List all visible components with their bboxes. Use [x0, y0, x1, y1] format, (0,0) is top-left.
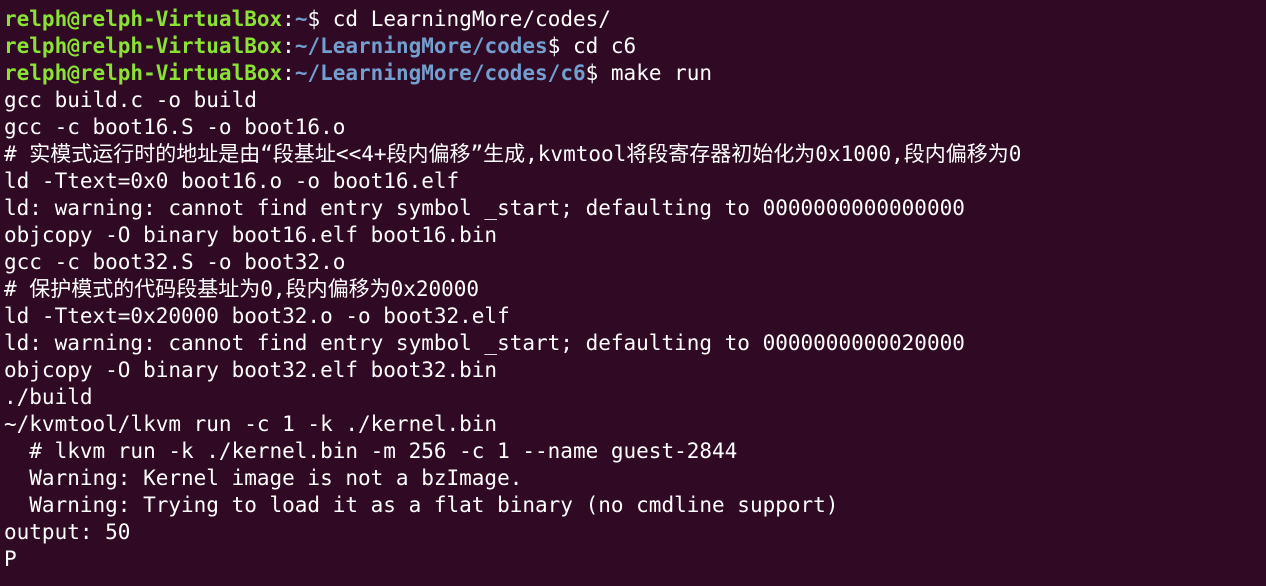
prompt-path: ~/LearningMore/codes/c6 [294, 61, 586, 85]
prompt-separator: : [282, 7, 295, 31]
output-line: # 实模式运行时的地址是由“段基址<<4+段内偏移”生成,kvmtool将段寄存… [4, 142, 1022, 166]
prompt-path: ~/LearningMore/codes [294, 34, 548, 58]
output-line: P [4, 547, 17, 571]
prompt-path: ~ [294, 7, 308, 31]
prompt-separator: : [282, 34, 295, 58]
command-text: cd c6 [572, 34, 637, 58]
prompt-user: relph@relph-VirtualBox [4, 61, 283, 85]
output-line: objcopy -O binary boot32.elf boot32.bin [4, 358, 498, 382]
prompt-user: relph@relph-VirtualBox [4, 7, 283, 31]
output-line: ./build [4, 385, 93, 409]
output-line: gcc -c boot16.S -o boot16.o [4, 115, 346, 139]
prompt-dollar: $ [547, 34, 573, 58]
output-line: ld -Ttext=0x20000 boot32.o -o boot32.elf [4, 304, 510, 328]
output-line: ld: warning: cannot find entry symbol _s… [4, 196, 965, 220]
output-line: gcc -c boot32.S -o boot32.o [4, 250, 346, 274]
terminal-window[interactable]: relph@relph-VirtualBox:~$ cd LearningMor… [0, 0, 1266, 586]
command-text: make run [610, 61, 713, 85]
prompt-line: relph@relph-VirtualBox:~$ cd LearningMor… [4, 6, 1266, 33]
output-line: ld: warning: cannot find entry symbol _s… [4, 331, 965, 355]
prompt-line: relph@relph-VirtualBox:~/LearningMore/co… [4, 60, 1266, 87]
output-line: ~/kvmtool/lkvm run -c 1 -k ./kernel.bin [4, 412, 498, 436]
output-line: output: 50 [4, 520, 131, 544]
output-line: ld -Ttext=0x0 boot16.o -o boot16.elf [4, 169, 460, 193]
output-line: Warning: Trying to load it as a flat bin… [4, 493, 839, 517]
output-line: # 保护模式的代码段基址为0,段内偏移为0x20000 [4, 277, 480, 301]
prompt-dollar: $ [585, 61, 611, 85]
output-line: gcc build.c -o build [4, 88, 257, 112]
output-line: objcopy -O binary boot16.elf boot16.bin [4, 223, 498, 247]
output-line: # lkvm run -k ./kernel.bin -m 256 -c 1 -… [4, 439, 738, 463]
command-text: cd LearningMore/codes/ [332, 7, 611, 31]
prompt-dollar: $ [307, 7, 333, 31]
prompt-separator: : [282, 61, 295, 85]
prompt-user: relph@relph-VirtualBox [4, 34, 283, 58]
prompt-line: relph@relph-VirtualBox:~/LearningMore/co… [4, 33, 1266, 60]
output-line: Warning: Kernel image is not a bzImage. [4, 466, 523, 490]
